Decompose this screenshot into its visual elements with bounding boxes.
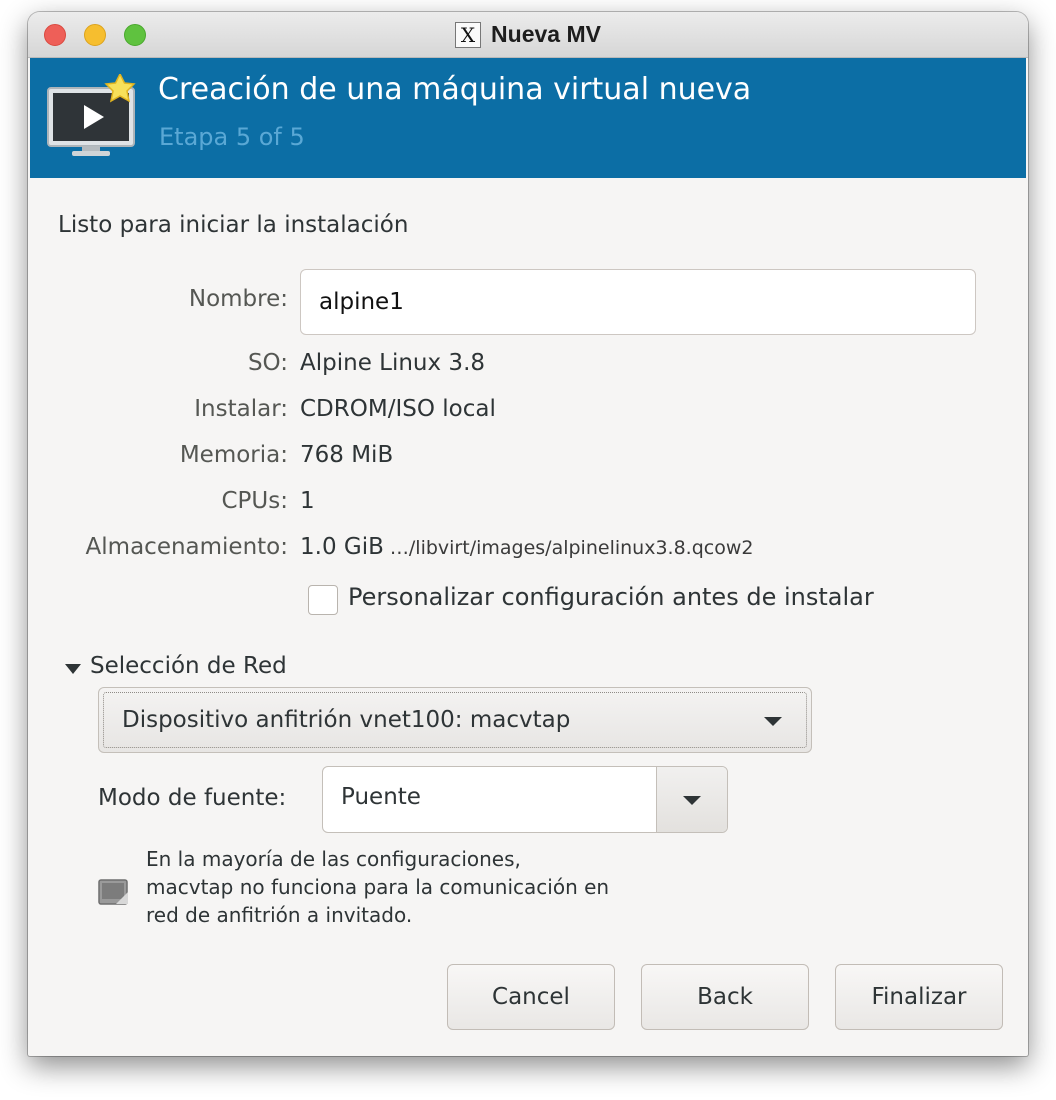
customize-checkbox-label[interactable]: Personalizar configuración antes de inst…: [348, 583, 874, 611]
storage-size: 1.0 GiB: [300, 534, 384, 560]
cpus-label: CPUs:: [221, 488, 289, 514]
storage-value: 1.0 GiB …/libvirt/images/alpinelinux3.8.q…: [300, 534, 753, 560]
new-vm-dialog: X Nueva MV Creación de una máquina virtu…: [28, 12, 1028, 1056]
title-group: X Nueva MV: [28, 12, 1028, 57]
install-label: Instalar:: [194, 396, 288, 422]
network-device-value: Dispositivo anfitrión vnet100: macvtap: [122, 707, 571, 733]
name-input[interactable]: [300, 269, 976, 335]
customize-checkbox[interactable]: [308, 585, 338, 615]
macvtap-warning: En la mayoría de las configuraciones, ma…: [146, 845, 609, 929]
os-value: Alpine Linux 3.8: [300, 350, 486, 376]
warning-line: macvtap no funciona para la comunicación…: [146, 875, 610, 899]
wizard-step: Etapa 5 of 5: [159, 123, 305, 151]
monitor-play-star-icon: [47, 74, 136, 156]
back-button[interactable]: Back: [641, 964, 809, 1030]
warning-line: En la mayoría de las configuraciones,: [146, 847, 521, 871]
chevron-down-icon: [683, 796, 701, 805]
section-heading: Listo para iniciar la instalación: [58, 212, 409, 238]
os-label: SO:: [247, 350, 288, 376]
wizard-title: Creación de una máquina virtual nueva: [158, 72, 752, 107]
expander-arrow-icon[interactable]: [65, 664, 81, 674]
name-label: Nombre:: [188, 286, 288, 312]
chevron-down-icon: [764, 717, 782, 726]
source-mode-value: Puente: [341, 784, 421, 810]
network-device-select[interactable]: Dispositivo anfitrión vnet100: macvtap: [98, 687, 812, 753]
storage-path: …/libvirt/images/alpinelinux3.8.qcow2: [389, 537, 754, 559]
memory-value: 768 MiB: [300, 442, 394, 468]
source-mode-label: Modo de fuente:: [98, 785, 287, 811]
warning-icon: [98, 879, 128, 905]
wizard-header: Creación de una máquina virtual nueva Et…: [30, 58, 1026, 178]
cancel-button[interactable]: Cancel: [447, 964, 615, 1030]
memory-label: Memoria:: [179, 442, 288, 468]
cpus-value: 1: [300, 488, 315, 514]
install-value: CDROM/ISO local: [300, 396, 496, 422]
storage-label: Almacenamiento:: [85, 534, 288, 560]
window-title: Nueva MV: [491, 21, 601, 47]
finish-button[interactable]: Finalizar: [835, 964, 1003, 1030]
title-bar[interactable]: X Nueva MV: [28, 12, 1028, 58]
network-expander[interactable]: Selección de Red: [90, 653, 287, 679]
warning-line: red de anfitrión a invitado.: [146, 903, 413, 927]
source-mode-dropdown-button[interactable]: [656, 767, 727, 832]
source-mode-select[interactable]: Puente: [322, 766, 728, 833]
focus-ring: Dispositivo anfitrión vnet100: macvtap: [103, 692, 807, 748]
x11-icon: X: [455, 21, 482, 48]
